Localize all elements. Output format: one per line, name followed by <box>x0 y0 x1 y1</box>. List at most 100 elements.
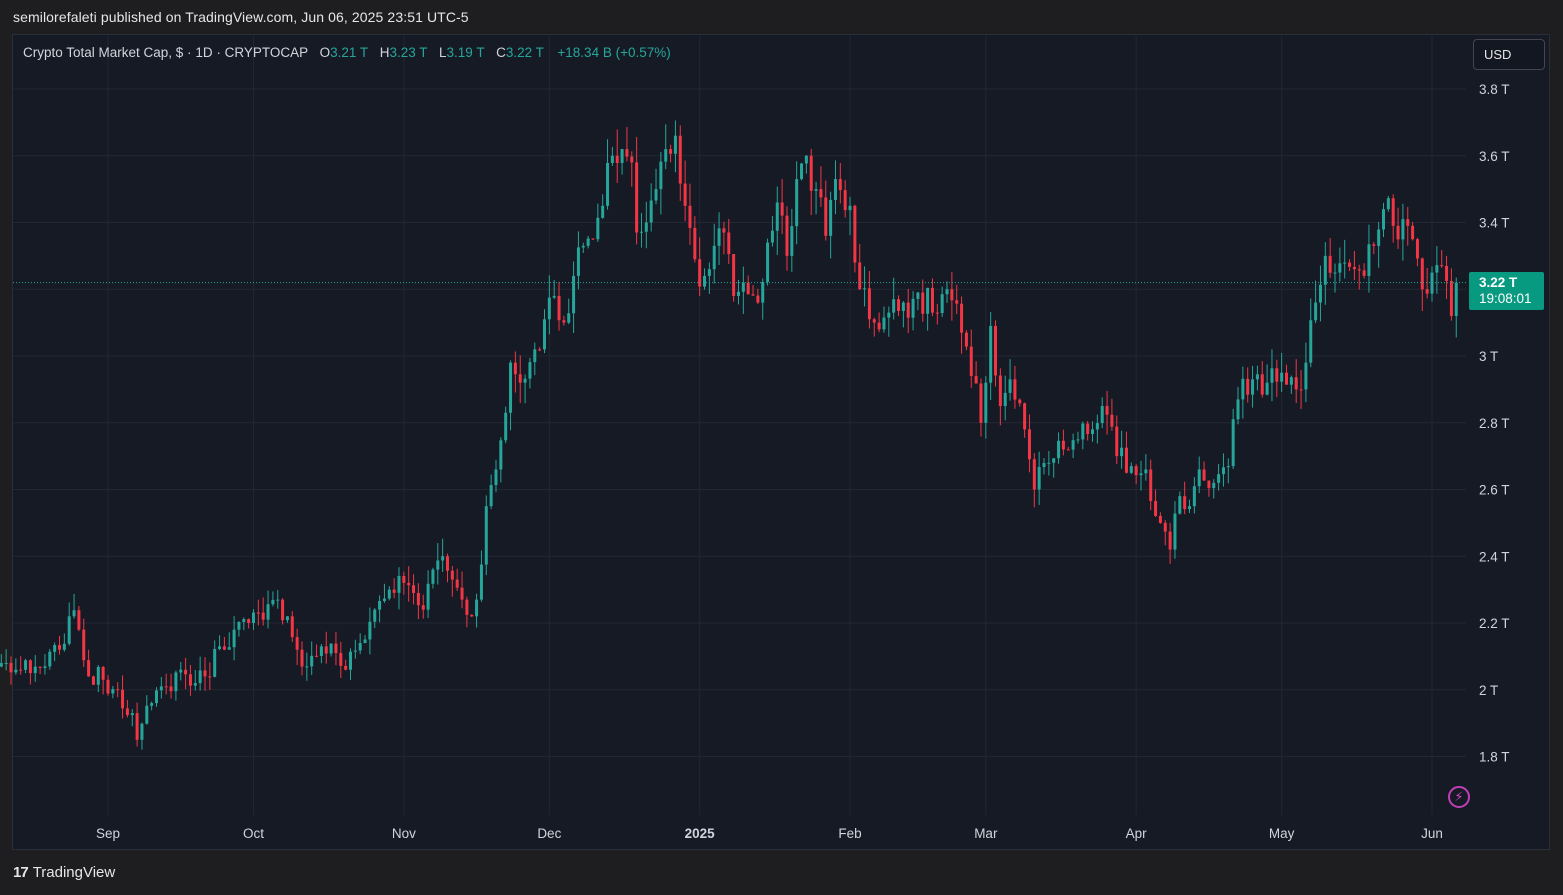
y-tick-label: 1.8 T <box>1479 750 1510 765</box>
y-tick-label: 3.8 T <box>1479 82 1510 97</box>
candle-body <box>77 610 81 630</box>
candle-body <box>1333 272 1337 274</box>
candle-body <box>276 599 280 601</box>
candle-body <box>329 643 333 654</box>
candle-body <box>945 289 949 295</box>
x-tick-label: May <box>1269 826 1295 841</box>
candle-body <box>470 614 474 617</box>
y-tick-label: 3 T <box>1479 349 1498 364</box>
candle-body <box>960 303 964 333</box>
candle-body <box>853 205 857 263</box>
candle-body <box>833 179 837 200</box>
candle-body <box>1352 266 1356 270</box>
candle-body <box>824 197 828 236</box>
candle-body <box>882 317 886 330</box>
x-tick-label: 2025 <box>685 826 716 841</box>
candle-body <box>416 592 420 606</box>
candle-body <box>154 690 159 704</box>
candle-body <box>159 686 163 691</box>
footer-brand[interactable]: 17 TradingView <box>13 864 115 881</box>
candle-body <box>872 319 876 323</box>
candle-body <box>1425 289 1429 294</box>
candle-body <box>4 662 8 664</box>
candle-body <box>1226 466 1230 468</box>
candle-body <box>1091 429 1095 434</box>
y-axis: 1.8 T 2 T 2.2 T 2.4 T 2.6 T 2.8 T 3 T 3.4 T 3.6 … <box>1479 82 1510 765</box>
candle-body <box>586 238 590 246</box>
candle-body <box>601 205 605 218</box>
candle-body <box>339 653 343 666</box>
bar-countdown: 19:08:01 <box>1479 291 1532 306</box>
candle-body <box>344 665 348 670</box>
candle-body <box>1105 406 1109 415</box>
candle-body <box>761 281 765 303</box>
candle-body <box>843 190 847 211</box>
candle-body <box>348 651 352 670</box>
candle-body <box>256 612 260 614</box>
candle-body <box>1285 372 1289 385</box>
x-tick-label: Apr <box>1126 826 1148 841</box>
candle-body <box>382 598 386 602</box>
candle-body <box>237 621 241 630</box>
candle-body <box>547 297 551 320</box>
candle-body <box>838 179 842 191</box>
candle-body <box>562 320 566 323</box>
candle-body <box>620 149 624 164</box>
candle-body <box>1018 399 1022 404</box>
candle-body <box>746 282 750 295</box>
y-tick-label: 3.6 T <box>1479 149 1510 164</box>
candle-body <box>901 302 905 311</box>
candle-body <box>683 183 687 206</box>
candle-body <box>567 313 571 323</box>
candle-body <box>703 275 707 287</box>
candle-body <box>1061 440 1065 450</box>
candle-body <box>892 299 896 313</box>
candle-body <box>1168 531 1172 550</box>
candle-body <box>1066 449 1070 451</box>
candle-body <box>654 189 658 201</box>
candle-body <box>1042 463 1046 467</box>
candle-body <box>407 582 411 586</box>
candle-body <box>1081 423 1085 440</box>
candle-body <box>863 288 867 290</box>
candle-body <box>1328 255 1332 273</box>
chart-legend: Crypto Total Market Cap, $ · 1D · CRYPTO… <box>23 45 671 60</box>
x-tick-label: Feb <box>838 826 861 841</box>
candle-body <box>106 679 110 694</box>
candle-body <box>213 648 217 677</box>
candle-body <box>358 643 362 651</box>
candle-body <box>1202 469 1206 481</box>
candle-body <box>1323 255 1327 285</box>
candle-body <box>940 294 944 314</box>
symbol-title: Crypto Total Market Cap, $ · 1D · CRYPTO… <box>23 45 308 60</box>
candle-body <box>499 440 503 470</box>
y-tick-label: 2 T <box>1479 683 1498 698</box>
candle-body <box>1037 466 1041 490</box>
candlestick-chart[interactable]: 1.8 T 2 T 2.2 T 2.4 T 2.6 T 2.8 T 3 T 3.4 T 3.6 … <box>0 0 1563 895</box>
candle-body <box>1115 426 1119 457</box>
candle-body <box>1454 282 1458 316</box>
candle-body <box>819 189 823 198</box>
candle-body <box>979 383 983 423</box>
lightning-icon[interactable]: ⚡ <box>1448 786 1470 808</box>
candle-body <box>222 646 226 650</box>
candle-body <box>1401 219 1405 240</box>
candle-body <box>557 295 561 321</box>
currency-button[interactable]: USD <box>1473 39 1545 70</box>
candle-body <box>111 689 115 694</box>
candle-body <box>436 560 440 570</box>
candle-body <box>82 629 86 661</box>
candle-body <box>150 703 154 706</box>
candle-body <box>368 621 372 640</box>
candle-body <box>1197 469 1201 487</box>
candles <box>0 120 1458 750</box>
candle-body <box>441 556 445 561</box>
candle-body <box>1110 414 1114 427</box>
candle-body <box>1236 399 1240 420</box>
candle-body <box>1338 263 1342 273</box>
close-label: C <box>496 45 506 60</box>
candle-body <box>353 650 357 652</box>
candle-body <box>101 666 105 680</box>
candle-body <box>950 289 954 301</box>
candle-body <box>1275 368 1279 382</box>
